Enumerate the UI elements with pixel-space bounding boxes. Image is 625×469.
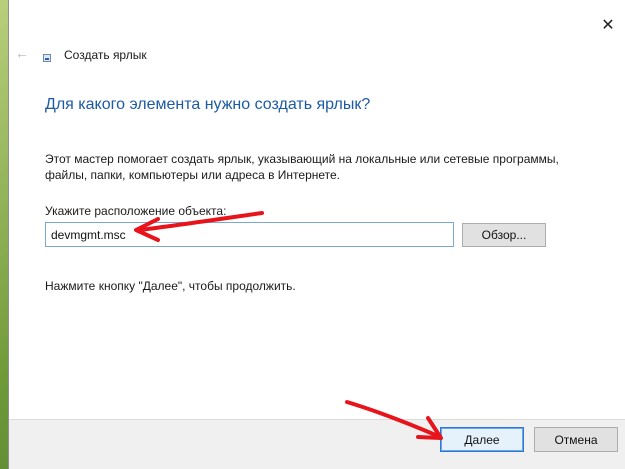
location-input[interactable] [45, 222, 454, 247]
wizard-title: Создать ярлык [64, 48, 147, 62]
close-button[interactable]: ✕ [597, 14, 619, 36]
browse-button[interactable]: Обзор... [462, 223, 546, 247]
close-icon: ✕ [601, 17, 615, 34]
create-shortcut-dialog: ✕ ← Создать ярлык Для какого элемента ну… [8, 0, 625, 469]
next-button[interactable]: Далее [440, 427, 524, 452]
back-arrow-icon: ← [15, 45, 29, 61]
back-button[interactable]: ← [13, 45, 31, 61]
continue-hint: Нажмите кнопку "Далее", чтобы продолжить… [45, 279, 296, 293]
page-heading: Для какого элемента нужно создать ярлык? [45, 96, 371, 113]
button-bar [9, 419, 625, 469]
location-label: Укажите расположение объекта: [45, 204, 227, 218]
shortcut-wizard-icon [43, 54, 51, 62]
cancel-button[interactable]: Отмена [534, 427, 618, 452]
wizard-description: Этот мастер помогает создать ярлык, указ… [45, 152, 559, 182]
